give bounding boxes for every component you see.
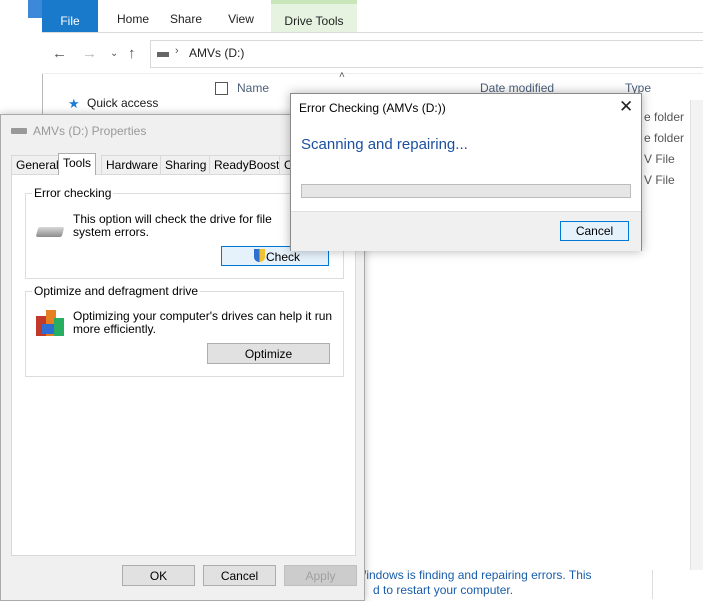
forward-arrow-icon[interactable]: → <box>82 45 97 62</box>
chevron-right-icon: › <box>175 45 179 57</box>
optimize-button[interactable]: Optimize <box>207 343 330 364</box>
ribbon-tabs: File Home Share View Drive Tools <box>42 0 703 33</box>
optimize-group: Optimize and defragment drive Optimizing… <box>25 284 344 377</box>
close-icon[interactable]: ✕ <box>619 97 633 117</box>
star-icon: ★ <box>68 96 80 111</box>
tab-hardware[interactable]: Hardware <box>101 155 164 174</box>
address-bar: ← → ⌄ ↑ › AMVs (D:) <box>42 33 703 74</box>
column-name[interactable]: Name <box>237 81 269 95</box>
scan-status: Scanning and repairing... <box>301 136 468 153</box>
vertical-scrollbar[interactable] <box>690 100 703 570</box>
file-type: V File <box>644 152 675 166</box>
address-text: AMVs (D:) <box>189 46 245 60</box>
drive-icon <box>35 227 65 237</box>
tab-view[interactable]: View <box>220 8 262 30</box>
file-type: e folder <box>644 131 685 145</box>
dialog-footer: Cancel <box>291 211 641 251</box>
scan-progress-bar <box>301 184 631 198</box>
back-arrow-icon[interactable]: ← <box>52 45 67 62</box>
cancel-button[interactable]: Cancel <box>560 221 629 241</box>
file-type: e folder <box>644 110 685 124</box>
tab-home[interactable]: Home <box>108 8 158 30</box>
optimize-title: Optimize and defragment drive <box>32 284 201 298</box>
shield-icon <box>254 249 265 262</box>
sort-up-icon: ˄ <box>339 70 345 81</box>
error-checking-dialog: Error Checking (AMVs (D:)) ✕ Scanning an… <box>290 93 642 251</box>
tab-share[interactable]: Share <box>164 8 208 30</box>
cancel-button[interactable]: Cancel <box>203 565 276 586</box>
app-logo-icon <box>28 0 42 18</box>
file-type: V File <box>644 173 675 187</box>
dialog-title: AMVs (D:) Properties <box>33 124 147 138</box>
drive-icon <box>11 128 27 134</box>
sidebar-item-quick-access[interactable]: Quick access <box>87 96 158 110</box>
details-line-1: e Windows is finding and repairing error… <box>345 568 592 582</box>
tab-readyboost[interactable]: ReadyBoost <box>209 155 285 174</box>
description-line: more efficiently. <box>73 322 156 336</box>
tab-drive-tools[interactable]: Drive Tools <box>271 0 357 32</box>
error-checking-description: This option will check the drive for fil… <box>73 213 272 239</box>
error-checking-title: Error checking <box>32 186 114 200</box>
details-text: e Windows is finding and repairing error… <box>345 568 592 598</box>
optimize-description: Optimizing your computer's drives can he… <box>73 310 332 336</box>
tab-tools[interactable]: Tools <box>58 153 97 175</box>
select-all-checkbox[interactable] <box>215 82 228 95</box>
ok-button[interactable]: OK <box>122 565 195 586</box>
defrag-icon <box>36 310 64 338</box>
tab-file[interactable]: File <box>42 0 98 32</box>
dialog-title: Error Checking (AMVs (D:)) <box>299 101 446 115</box>
tab-sharing[interactable]: Sharing <box>160 155 212 174</box>
chevron-down-icon[interactable]: ⌄ <box>110 48 118 59</box>
apply-button[interactable]: Apply <box>284 565 357 586</box>
tab-general[interactable]: General <box>11 155 64 174</box>
details-line-2: d to restart your computer. <box>373 583 514 597</box>
drive-icon <box>157 52 169 57</box>
description-line: system errors. <box>73 225 150 239</box>
up-arrow-icon[interactable]: ↑ <box>128 45 136 62</box>
address-field[interactable]: › AMVs (D:) <box>150 40 703 68</box>
